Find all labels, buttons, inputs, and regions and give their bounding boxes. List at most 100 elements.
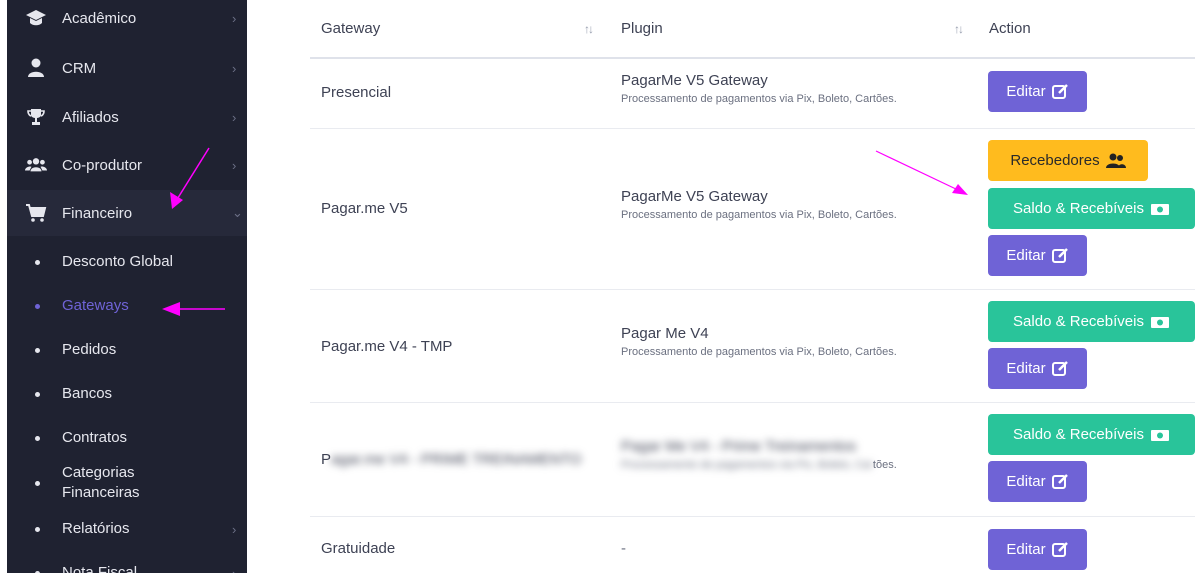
sidebar-subitem-label: Pedidos [62, 341, 117, 358]
edit-button-label: Editar [1006, 360, 1046, 377]
chevron-right-icon: › [232, 521, 237, 537]
chevron-right-icon: › [232, 157, 237, 173]
edit-button-label: Editar [1006, 83, 1046, 100]
gateway-name-visible: P [321, 451, 332, 468]
edit-button[interactable]: Editar [988, 461, 1087, 502]
edit-button[interactable]: Editar [988, 235, 1087, 276]
sidebar-item-label: Acadêmico [62, 9, 137, 27]
plugin-name: PagarMe V5 Gateway [621, 188, 768, 205]
plugin-description: Processamento de pagamentos via Pix, Bol… [621, 209, 897, 221]
sidebar-subitem-categorias-financeiras[interactable]: Categorias Financeiras [7, 461, 247, 505]
sidebar: Acadêmico › CRM › Afiliados › Co-produto… [0, 0, 247, 573]
column-header-action: Action [989, 20, 1031, 37]
sidebar-item-label: Co-produtor [62, 156, 143, 174]
plugin-description: Processamento de pagamentos via Pix, Bol… [621, 346, 897, 358]
plugin-description-tail: tões. [872, 459, 897, 471]
sidebar-subitem-label: Relatórios [62, 520, 130, 537]
saldo-recebiveis-button[interactable]: Saldo & Recebíveis [988, 414, 1195, 455]
sidebar-subitem-desconto-global[interactable]: Desconto Global [7, 250, 247, 274]
cart-icon [25, 202, 47, 224]
sidebar-subitem-contratos[interactable]: Contratos [7, 426, 247, 450]
sidebar-item-label: Financeiro [62, 204, 133, 222]
sidebar-item-label: CRM [62, 59, 97, 77]
sidebar-item-label: Afiliados [62, 108, 119, 126]
header-divider [310, 57, 1195, 59]
sidebar-subitem-relatorios[interactable]: Relatórios › [7, 517, 247, 541]
recebedores-button-label: Recebedores [1010, 152, 1100, 169]
edit-icon [1051, 474, 1068, 489]
graduation-cap-icon [25, 7, 47, 29]
row-divider [310, 402, 1195, 403]
plugin-cell: - [621, 540, 626, 561]
plugin-cell: PagarMe V5 Gateway Processamento de paga… [621, 188, 897, 221]
saldo-recebiveis-button[interactable]: Saldo & Recebíveis [988, 188, 1195, 229]
sidebar-subitem-label: Gateways [62, 297, 129, 314]
saldo-recebiveis-button-label: Saldo & Recebíveis [1013, 200, 1144, 217]
column-header-plugin[interactable]: Plugin [621, 20, 663, 37]
sidebar-item-co-produtor[interactable]: Co-produtor › [7, 142, 247, 188]
edit-icon [1051, 361, 1068, 376]
row-divider [310, 128, 1195, 129]
edit-button[interactable]: Editar [988, 529, 1087, 570]
gateway-name: Pagar.me V4 - PRIME TREINAMENTO [321, 451, 581, 468]
edit-button-label: Editar [1006, 541, 1046, 558]
plugin-description-blurred: Processamento de pagamentos via Pix, Bol… [621, 459, 873, 471]
chevron-right-icon: › [232, 565, 237, 573]
sidebar-item-academico[interactable]: Acadêmico › [7, 0, 247, 41]
gateway-name-blurred: agar.me V4 - PRIME TREINAMENTO [331, 451, 582, 468]
sidebar-subitem-label: Bancos [62, 385, 113, 402]
saldo-recebiveis-button-label: Saldo & Recebíveis [1013, 426, 1144, 443]
bullet-icon [35, 480, 40, 486]
sidebar-subitem-label: Nota Fiscal [62, 564, 138, 573]
chevron-right-icon: › [232, 60, 237, 76]
edit-button-label: Editar [1006, 247, 1046, 264]
sidebar-item-crm[interactable]: CRM › [7, 45, 247, 91]
money-icon [1150, 429, 1169, 441]
sidebar-subitem-bancos[interactable]: Bancos [7, 382, 247, 406]
chevron-down-icon: ⌄ [232, 205, 243, 220]
bullet-icon [35, 435, 40, 441]
users-icon [1105, 153, 1126, 168]
recebedores-button[interactable]: Recebedores [988, 140, 1148, 181]
trophy-icon [25, 106, 47, 128]
plugin-name: Pagar Me V4 [621, 325, 709, 342]
row-divider [310, 289, 1195, 290]
column-header-gateway[interactable]: Gateway [321, 20, 380, 37]
sort-icon[interactable]: ↑↓ [954, 22, 964, 36]
bullet-icon [35, 259, 40, 265]
edit-button[interactable]: Editar [988, 348, 1087, 389]
saldo-recebiveis-button[interactable]: Saldo & Recebíveis [988, 301, 1195, 342]
sidebar-subitem-pedidos[interactable]: Pedidos [7, 338, 247, 362]
row-divider [310, 516, 1195, 517]
sidebar-item-financeiro[interactable]: Financeiro ⌄ [7, 190, 247, 236]
plugin-description: Processamento de pagamentos via Pix, Bol… [621, 93, 897, 105]
chevron-right-icon: › [232, 10, 237, 26]
plugin-cell: Pagar Me V4 - Prime Treinamentos Process… [621, 438, 897, 471]
gateway-name: Pagar.me V5 [321, 200, 408, 217]
edit-icon [1051, 248, 1068, 263]
bullet-icon [35, 347, 40, 353]
gateway-name: Gratuidade [321, 540, 396, 557]
plugin-cell: PagarMe V5 Gateway Processamento de paga… [621, 72, 897, 105]
sidebar-subitem-nota-fiscal[interactable]: Nota Fiscal › [7, 561, 247, 573]
plugin-description: Processamento de pagamentos via Pix, Bol… [621, 459, 897, 471]
edit-button[interactable]: Editar [988, 71, 1087, 112]
plugin-name: PagarMe V5 Gateway [621, 72, 768, 89]
saldo-recebiveis-button-label: Saldo & Recebíveis [1013, 313, 1144, 330]
user-icon [25, 57, 47, 79]
sort-icon[interactable]: ↑↓ [584, 22, 594, 36]
sidebar-edge [0, 0, 7, 573]
bullet-icon [35, 391, 40, 397]
money-icon [1150, 203, 1169, 215]
gateway-name: Pagar.me V4 - TMP [321, 338, 453, 355]
sidebar-subitem-label: Categorias Financeiras [62, 464, 140, 501]
users-icon [25, 154, 47, 176]
sidebar-subitem-label: Contratos [62, 429, 128, 446]
bullet-icon [35, 526, 40, 532]
plugin-name: - [621, 540, 626, 557]
sidebar-item-afiliados[interactable]: Afiliados › [7, 94, 247, 140]
edit-icon [1051, 542, 1068, 557]
plugin-cell: Pagar Me V4 Processamento de pagamentos … [621, 325, 897, 358]
sidebar-subitem-gateways[interactable]: Gateways [7, 294, 247, 318]
chevron-right-icon: › [232, 109, 237, 125]
